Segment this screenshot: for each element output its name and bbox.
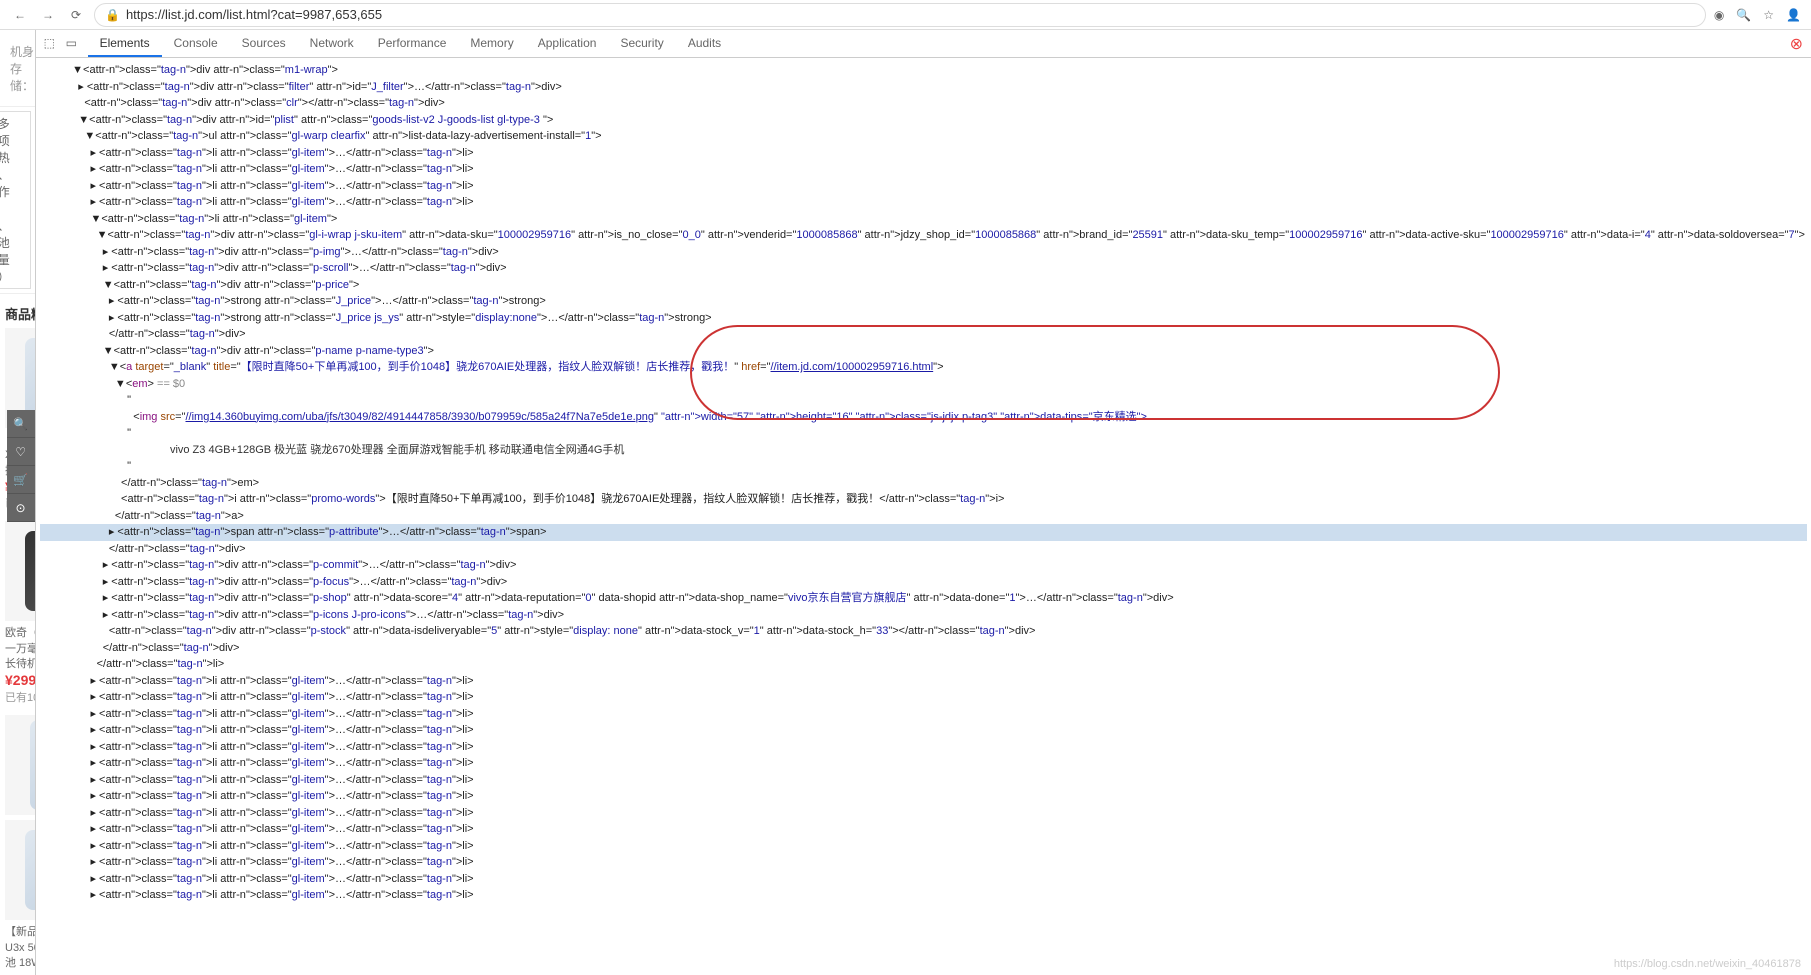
tab-memory[interactable]: Memory: [458, 31, 525, 57]
tool-cart[interactable]: 🛒: [7, 466, 35, 494]
side-toolbar: 🔍 ♡ 🛒 ⊙: [7, 410, 35, 522]
forward-button[interactable]: →: [38, 5, 58, 25]
tab-security[interactable]: Security: [608, 31, 675, 57]
reload-button[interactable]: ⟳: [66, 5, 86, 25]
devtools-close[interactable]: ⊗: [1790, 34, 1803, 54]
sidebar-product[interactable]: 【新品上手】vivo U3x 500 0mAh大电池 18W双引擎 ¥799.0…: [5, 820, 36, 975]
tab-network[interactable]: Network: [298, 31, 366, 57]
lock-icon: 🔒: [105, 8, 120, 22]
extension-icon[interactable]: ◉: [1714, 8, 1724, 22]
tab-console[interactable]: Console: [162, 31, 230, 57]
address-bar[interactable]: 🔒 https://list.jd.com/list.html?cat=9987…: [94, 3, 1706, 27]
sidebar-product[interactable]: 欧奇（OUKI）K10 一万毫安大电池 超长待机智能手 ¥2999.00秒杀 已…: [5, 521, 36, 705]
tab-sources[interactable]: Sources: [230, 31, 298, 57]
dom-tree[interactable]: ▼<attr-n">class="tag-n">div attr-n">clas…: [36, 58, 1811, 975]
sidebar-title: 商品精选: [5, 299, 36, 328]
more-options-button[interactable]: 更多选项（热点、操作系统、电池容量 等）: [0, 111, 31, 289]
storage-filter-label: 机身存储：: [10, 43, 34, 94]
tab-application[interactable]: Application: [526, 31, 609, 57]
profile-icon[interactable]: 👤: [1786, 8, 1801, 22]
tool-history[interactable]: ⊙: [7, 494, 35, 522]
tab-performance[interactable]: Performance: [366, 31, 459, 57]
tab-audits[interactable]: Audits: [676, 31, 733, 57]
inspect-icon[interactable]: ⬚: [44, 36, 60, 52]
device-icon[interactable]: ▭: [66, 36, 82, 52]
tool-search[interactable]: 🔍: [7, 410, 35, 438]
url-text: https://list.jd.com/list.html?cat=9987,6…: [126, 7, 382, 22]
tab-elements[interactable]: Elements: [88, 31, 162, 57]
search-icon[interactable]: 🔍: [1736, 8, 1751, 22]
star-icon[interactable]: ☆: [1763, 8, 1774, 22]
watermark: https://blog.csdn.net/weixin_40461878: [1614, 958, 1801, 970]
back-button[interactable]: ←: [10, 5, 30, 25]
tool-fav[interactable]: ♡: [7, 438, 35, 466]
